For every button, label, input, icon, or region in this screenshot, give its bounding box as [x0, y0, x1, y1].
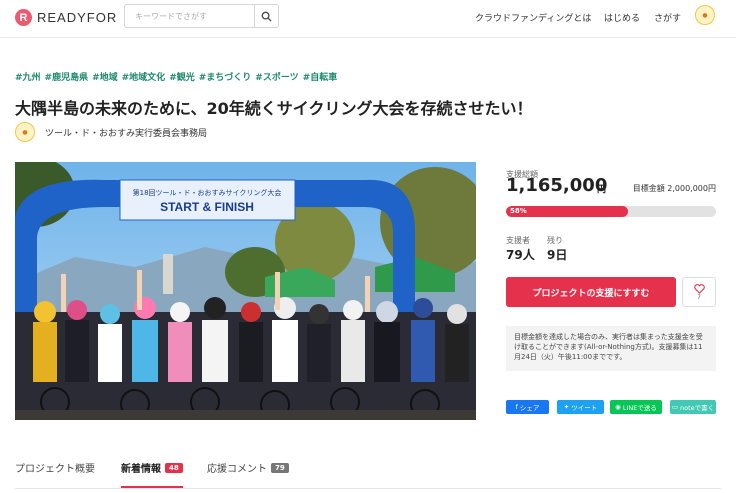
- twitter-tweet-button[interactable]: ✦ ツイート: [557, 400, 604, 414]
- tag-link[interactable]: #自転車: [303, 70, 338, 83]
- nav-start[interactable]: はじめる: [604, 11, 640, 24]
- amount-row: 1,165,000 円 目標金額 2,000,000円: [506, 175, 716, 197]
- updates-count-badge: 48: [165, 462, 183, 473]
- supporters-count: 79人: [506, 248, 535, 262]
- tab-updates[interactable]: 新着情報 48: [121, 460, 183, 475]
- support-project-button[interactable]: プロジェクトの支援にすすむ: [506, 277, 676, 307]
- tag-list: #九州 #鹿児島県 #地域 #地域文化 #観光 #まちづくり #スポーツ #自転…: [15, 70, 337, 83]
- progress-percent: 58%: [510, 207, 527, 215]
- readyfor-logo[interactable]: R READYFOR: [15, 9, 117, 26]
- project-owner[interactable]: ● ツール・ド・おおすみ実行委員会事務局: [15, 122, 207, 142]
- owner-name[interactable]: ツール・ド・おおすみ実行委員会事務局: [45, 126, 207, 139]
- heart-icon: [693, 283, 705, 294]
- tag-link[interactable]: #まちづくり: [199, 70, 252, 83]
- user-avatar[interactable]: ●: [695, 5, 715, 25]
- tag-link[interactable]: #地域: [92, 70, 118, 83]
- arch-banner-start-finish: START & FINISH: [160, 200, 254, 214]
- tag-link[interactable]: #観光: [169, 70, 195, 83]
- twitter-icon: ✦: [563, 403, 570, 411]
- share-buttons: f シェア ✦ ツイート ◉ LINEで送る ▭ noteで書く: [506, 400, 716, 414]
- tag-link[interactable]: #スポーツ: [255, 70, 298, 83]
- facebook-share-button[interactable]: f シェア: [506, 400, 549, 414]
- line-send-button[interactable]: ◉ LINEで送る: [610, 400, 662, 414]
- search-input[interactable]: [125, 5, 255, 27]
- logo-icon: R: [15, 9, 32, 26]
- tab-comments[interactable]: 応援コメント 79: [207, 460, 289, 475]
- tag-link[interactable]: #鹿児島県: [45, 70, 89, 83]
- raised-amount: 1,165,000: [506, 175, 608, 196]
- remaining-days: 9日: [547, 248, 568, 262]
- project-tabs: プロジェクト概要 新着情報 48 応援コメント 79: [15, 460, 721, 493]
- tabs-divider: [15, 488, 721, 489]
- supporters-label: 支援者: [506, 236, 530, 245]
- progress-bar: 58%: [506, 206, 716, 217]
- funding-panel: 支援総額 1,165,000 円 目標金額 2,000,000円 58% 支援者…: [506, 162, 716, 414]
- note-write-button[interactable]: ▭ noteで書く: [670, 400, 716, 414]
- tab-overview[interactable]: プロジェクト概要: [15, 460, 95, 475]
- favorite-count: 7: [697, 293, 701, 301]
- all-or-nothing-notice: 目標金額を達成した場合のみ、実行者は集まった支援金を受け取ることができます(Al…: [506, 326, 716, 371]
- hero-illustration: 第18回ツール・ド・おおすみサイクリング大会 START & FINISH: [15, 162, 476, 420]
- owner-avatar: ●: [15, 122, 35, 142]
- logo-text: READYFOR: [37, 10, 118, 25]
- remaining-label: 残り: [547, 236, 563, 245]
- search-icon: [261, 11, 272, 22]
- line-icon: ◉: [615, 403, 621, 411]
- arch-banner-title: 第18回ツール・ド・おおすみサイクリング大会: [133, 188, 282, 197]
- facebook-icon: f: [515, 403, 518, 411]
- note-icon: ▭: [671, 403, 678, 411]
- tag-link[interactable]: #九州: [15, 70, 41, 83]
- comments-count-badge: 79: [271, 462, 289, 473]
- search-box: [124, 4, 279, 28]
- project-title: 大隅半島の未来のために、20年続くサイクリング大会を存続させたい！: [15, 99, 533, 118]
- search-button[interactable]: [254, 5, 278, 27]
- tag-link[interactable]: #地域文化: [122, 70, 166, 83]
- nav-about[interactable]: クラウドファンディングとは: [475, 11, 591, 24]
- favorite-button[interactable]: 7: [682, 277, 716, 307]
- top-header: R READYFOR クラウドファンディングとは はじめる さがす ●: [0, 0, 736, 38]
- raised-unit: 円: [597, 185, 607, 195]
- project-hero-image: 第18回ツール・ド・おおすみサイクリング大会 START & FINISH: [15, 162, 476, 420]
- nav-search[interactable]: さがす: [654, 11, 681, 24]
- goal-amount: 目標金額 2,000,000円: [632, 184, 716, 193]
